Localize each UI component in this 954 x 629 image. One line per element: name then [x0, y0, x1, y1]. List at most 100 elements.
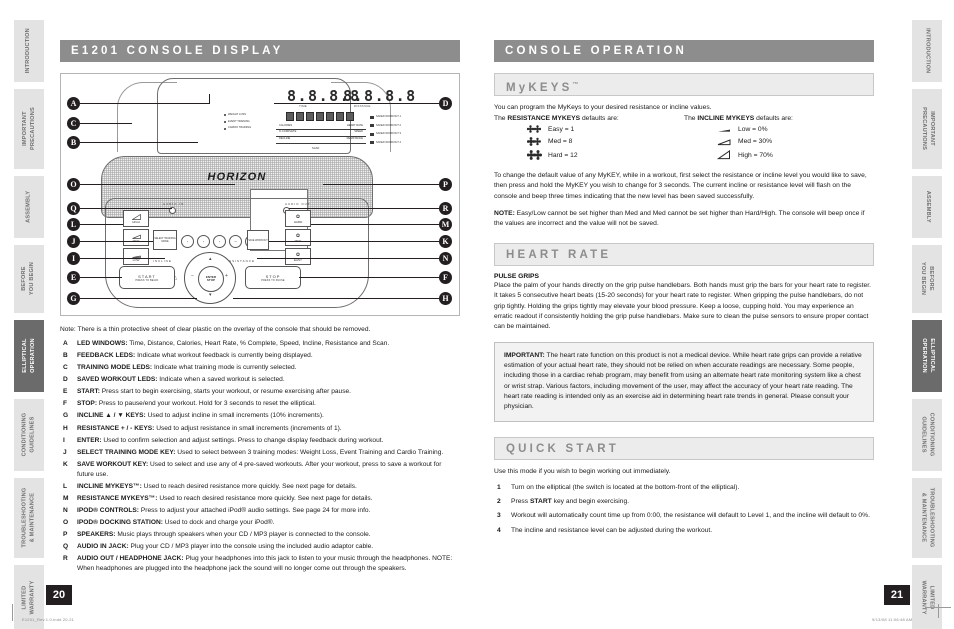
callout-d: D: [439, 97, 452, 110]
leader-line-f: [299, 277, 439, 278]
enter-key-label: ENTER STOP: [205, 274, 217, 282]
enter-key[interactable]: ENTER STOP: [198, 266, 224, 292]
sidebar-item-label-line1: CONDITIONING: [928, 413, 935, 457]
sidebar-item-important-precautions[interactable]: IMPORTANT PRECAUTIONS: [14, 89, 44, 169]
sidebar-item-assembly[interactable]: ASSEMBLY: [14, 176, 44, 238]
incline-mykey-high[interactable]: HIGH: [123, 210, 149, 227]
step-number: 1: [497, 484, 501, 492]
legend-letter: F: [63, 400, 68, 408]
scan-label: SCAN: [312, 147, 320, 150]
stop-key[interactable]: STOP PRESS TO PAUSE: [245, 266, 301, 289]
training-mode-label: EVENT TRAINING: [228, 119, 250, 123]
sidebar-item-introduction[interactable]: INTRODUCTION: [14, 20, 44, 82]
quick-start-title: QUICK START: [506, 443, 619, 456]
heading-prefix: The: [494, 115, 508, 123]
select-training-mode-label: SELECT TRAINING MODE: [154, 237, 176, 243]
sidebar-item-conditioning-guidelines[interactable]: CONDITIONING GUIDELINES: [14, 399, 44, 471]
page-number-right: 21: [884, 585, 910, 605]
select-training-mode-key[interactable]: SELECT TRAINING MODE: [153, 230, 177, 250]
resistance-plus-key[interactable]: +: [225, 273, 228, 279]
crop-mark-right-v: [938, 604, 939, 618]
legend-description: Used to adjust resistance in small incre…: [154, 424, 342, 432]
leader-line-b: [80, 142, 198, 143]
mykeys-trademark: ™: [572, 82, 579, 88]
saved-workout-label: SAVED WORKOUT 4: [376, 140, 401, 144]
sidebar-item-label-line2: WARRANTY: [29, 581, 36, 615]
sidebar-item-label-line1: CONDITIONING: [21, 413, 28, 457]
feedback-led-row: [286, 112, 354, 121]
sidebar-item-elliptical-operation-r[interactable]: ELLIPTICAL OPERATION: [912, 320, 942, 392]
sidebar-item-introduction-r[interactable]: INTRODUCTION: [912, 20, 942, 82]
important-label: IMPORTANT:: [504, 352, 545, 360]
led-dot-icon: [224, 114, 226, 117]
legend-description: Used to reach desired resistance more qu…: [157, 494, 373, 502]
sidebar-item-label: ASSEMBLY: [25, 190, 32, 224]
feedback-led: [305, 112, 315, 121]
leader-line-h: [233, 298, 439, 299]
legend-item-m: M RESISTANCE MYKEYS™: Used to reach desir…: [60, 494, 460, 504]
sidebar-item-troubleshooting-maintenance[interactable]: TROUBLESHOOTING & MAINTENANCE: [14, 478, 44, 558]
leader-line-q: [80, 208, 172, 209]
legend-letter: A: [63, 339, 68, 347]
sidebar-item-label-line1: ELLIPTICAL: [21, 338, 28, 374]
sidebar-item-assembly-r[interactable]: ASSEMBLY: [912, 176, 942, 238]
leader-line-j: [80, 241, 153, 242]
callout-a: A: [67, 97, 80, 110]
feedback-label: HEART RATE: [346, 123, 363, 127]
feedback-led: [295, 112, 305, 121]
sidebar-item-label-line2: OPERATION: [921, 338, 928, 374]
heading-suffix: defaults are:: [754, 115, 793, 123]
legend-letter: Q: [63, 543, 69, 551]
ipod-control-next-button[interactable]: ◦: [213, 235, 226, 248]
crop-mark-left: [12, 604, 13, 621]
ipod-control-play-button[interactable]: ◦: [197, 235, 210, 248]
audio-out-label: AUDIO OUT: [285, 202, 311, 206]
start-key[interactable]: START PRESS TO BEGIN: [119, 266, 175, 289]
legend-description: Press start to begin exercising, starts …: [99, 388, 351, 396]
sidebar-right: INTRODUCTION IMPORTANT PRECAUTIONS ASSEMB…: [912, 20, 942, 629]
legend-item-o: O IPOD® DOCKING STATION: Used to dock and…: [60, 518, 460, 528]
saved-workout-label: SAVED WORKOUT 2: [376, 123, 401, 127]
training-mode-led-item: EVENT TRAINING: [224, 119, 266, 126]
heart-rate-important-callout: IMPORTANT: The heart rate function on th…: [494, 342, 874, 423]
resistance-default-med: Med = 8: [526, 137, 684, 147]
mykeys-intro: You can program the MyKeys to your desir…: [494, 104, 712, 111]
saved-workout-label: SAVED WORKOUT 3: [376, 132, 401, 136]
resistance-mykey-easy[interactable]: ✿ EASY: [285, 248, 311, 265]
save-workout-key[interactable]: SAVE WORKOUT: [247, 230, 269, 250]
feedback-label: RESISTANCE: [346, 137, 363, 141]
feedback-label: CALORIES: [279, 123, 293, 127]
directional-pad[interactable]: ▴ ▾ + − ENTER STOP: [184, 252, 236, 304]
feedback-led: [325, 112, 335, 121]
incline-down-key[interactable]: ▾: [209, 292, 212, 298]
resistance-minus-key[interactable]: −: [191, 273, 194, 279]
heading-bold: RESISTANCE MYKEYS: [507, 115, 581, 123]
incline-section-label: INCLINE: [153, 259, 172, 263]
sidebar-item-conditioning-guidelines-r[interactable]: CONDITIONING GUIDELINES: [912, 399, 942, 471]
incline-up-key[interactable]: ▴: [209, 256, 212, 262]
sidebar-item-troubleshooting-maintenance-r[interactable]: TROUBLESHOOTING & MAINTENANCE: [912, 478, 942, 558]
sidebar-item-elliptical-operation[interactable]: ELLIPTICAL OPERATION: [14, 320, 44, 392]
incline-mykey-low[interactable]: LOW: [123, 248, 149, 265]
legend-term: IPOD® DOCKING STATION:: [77, 519, 163, 527]
leader-line-o-dock: [80, 184, 235, 185]
resistance-default-label: Easy = 1: [548, 125, 575, 133]
callout-k: K: [439, 235, 452, 248]
sidebar-item-important-precautions-r[interactable]: IMPORTANT PRECAUTIONS: [912, 89, 942, 169]
sidebar-item-limited-warranty-r[interactable]: LIMITED WARRANTY: [912, 565, 942, 629]
mykeys-title: MyKEYS: [506, 81, 573, 94]
incline-mykey-med[interactable]: MED: [123, 229, 149, 246]
right-page-content: CONSOLE OPERATION MyKEYS™ You can progra…: [494, 40, 874, 540]
ipod-control-voldown-button[interactable]: −: [229, 235, 242, 248]
heart-rate-title: HEART RATE: [506, 249, 612, 262]
resistance-default-label: Hard = 12: [548, 151, 578, 159]
resistance-mykey-hard[interactable]: ✿ HARD: [285, 210, 311, 227]
resistance-mykey-med[interactable]: ✿MED: [285, 229, 311, 246]
led-caption-time: TIME: [299, 104, 307, 108]
leader-line-g: [80, 298, 197, 299]
legend-description: Press to adjust your attached iPod® audi…: [139, 506, 371, 514]
sidebar-item-before-you-begin[interactable]: BEFORE YOU BEGIN: [14, 245, 44, 313]
ipod-control-prev-button[interactable]: ◦: [181, 235, 194, 248]
sidebar-item-before-you-begin-r[interactable]: BEFORE YOU BEGIN: [912, 245, 942, 313]
callout-o-dock: O: [67, 178, 80, 191]
